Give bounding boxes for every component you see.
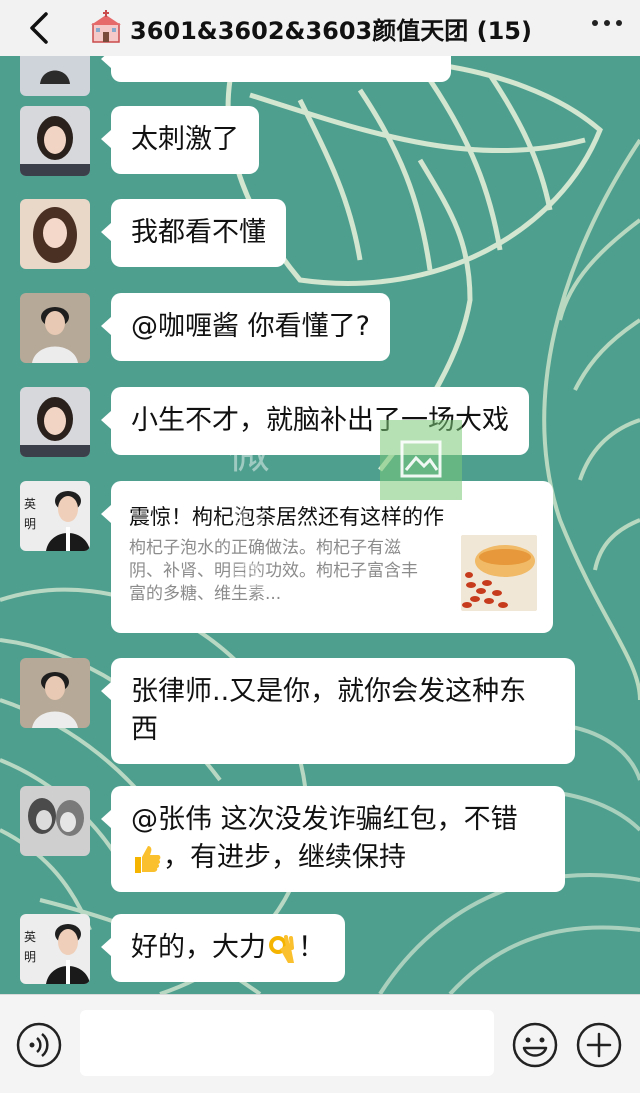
- message-bubble[interactable]: 张律师..又是你，就你会发这种东 西: [101, 658, 575, 764]
- page-title: 3601&3602&3603颜值天团 (15): [130, 16, 532, 45]
- message-text: 太刺激了: [131, 124, 239, 155]
- ok-hand-icon: [269, 934, 294, 963]
- message-bubble[interactable]: 小生不才，就脑补出了一场大戏: [101, 387, 529, 455]
- chapel-icon: [91, 10, 121, 43]
- portrait-icon: [46, 491, 90, 551]
- watermark-text: 微截图: [228, 429, 273, 600]
- message-text: @咖喱酱 你看懂了?: [131, 311, 370, 342]
- voice-icon[interactable]: [15, 1021, 63, 1069]
- message-bubble[interactable]: @咖喱酱 你看懂了?: [101, 293, 390, 361]
- avatar[interactable]: [20, 293, 90, 363]
- group-title[interactable]: 3601&3602&3603颜值天团 (15): [88, 8, 532, 48]
- message-text: ，有进步，继续保持: [163, 842, 406, 873]
- share-card-title: 震惊！枸杞泡茶居然还有这样的作: [129, 505, 444, 529]
- message-bubble[interactable]: @张伟 这次没发诈骗红包，不错 ，有进步，继续保持: [101, 786, 565, 892]
- message-text: ！: [298, 932, 325, 963]
- share-card-thumbnail: [461, 535, 537, 611]
- message-bubble[interactable]: [101, 56, 451, 82]
- avatar[interactable]: [20, 786, 90, 856]
- avatar[interactable]: [20, 106, 90, 176]
- avatar[interactable]: 英 明: [20, 481, 90, 551]
- message-text: 西: [131, 714, 158, 745]
- avatar[interactable]: [20, 387, 90, 457]
- image-icon: [400, 440, 442, 478]
- message-bubble[interactable]: 太刺激了: [101, 106, 259, 174]
- avatar[interactable]: 英 明: [20, 914, 90, 984]
- plus-icon[interactable]: [575, 1021, 623, 1069]
- message-text: 张律师..又是你，就你会发这种东: [131, 676, 527, 707]
- avatar[interactable]: [20, 56, 90, 96]
- message-list[interactable]: 太刺激了 我都看不懂 @咖喱酱 你看懂了? 小生不才，就脑补出了一场大戏 英 明…: [0, 56, 640, 994]
- avatar[interactable]: [20, 199, 90, 269]
- message-text: @张伟 这次没发诈骗红包，不错: [131, 804, 518, 835]
- message-bubble[interactable]: 我都看不懂: [101, 199, 286, 267]
- chat-header: 3601&3602&3603颜值天团 (15): [0, 0, 640, 56]
- message-input[interactable]: [80, 1010, 494, 1076]
- chevron-left-icon[interactable]: [20, 8, 60, 48]
- share-card-description: 枸杞子泡水的正确做法。枸杞子有滋阴、补肾、明目的功效。枸杞子富含丰富的多糖、维生…: [129, 538, 418, 604]
- more-dots-icon[interactable]: [592, 20, 622, 26]
- share-card[interactable]: 震惊！枸杞泡茶居然还有这样的作 枸杞子泡水的正确做法。枸杞子有滋阴、补肾、明目的…: [101, 481, 553, 633]
- avatar[interactable]: [20, 658, 90, 728]
- thumbs-up-icon: [135, 845, 161, 873]
- message-text: 好的，大力: [131, 932, 266, 963]
- message-bubble[interactable]: 好的，大力 ！: [101, 914, 345, 982]
- emoji-icon[interactable]: [511, 1021, 559, 1069]
- message-text: 我都看不懂: [131, 217, 266, 248]
- input-bar: [0, 994, 640, 1093]
- portrait-icon: [46, 924, 90, 984]
- watermark-logo: [380, 420, 462, 500]
- watermark-url: www.vjietu.com: [236, 482, 347, 498]
